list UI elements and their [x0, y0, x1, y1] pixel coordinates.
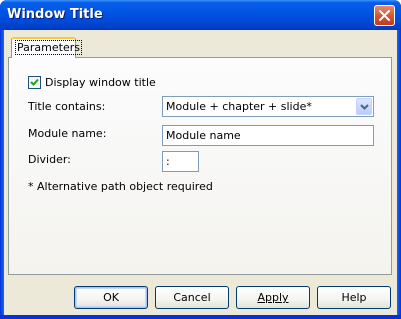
title-contains-select[interactable]: Module + chapter + slide*	[162, 96, 374, 117]
dropdown-button[interactable]	[356, 98, 372, 115]
apply-button-label: Apply	[257, 291, 289, 304]
ok-button[interactable]: OK	[74, 286, 148, 309]
window-title: Window Title	[7, 7, 103, 22]
chevron-down-icon	[360, 104, 369, 110]
window-frame-bottom	[0, 315, 401, 319]
footnote-text: * Alternative path object required	[28, 180, 213, 193]
module-name-label: Module name:	[28, 127, 107, 140]
close-button[interactable]	[374, 5, 395, 26]
cancel-button[interactable]: Cancel	[155, 286, 229, 309]
title-bar[interactable]: Window Title	[0, 0, 401, 30]
module-name-value: Module name	[166, 129, 241, 142]
divider-input[interactable]: :	[162, 151, 199, 172]
window-frame-right	[397, 30, 401, 319]
module-name-input[interactable]: Module name	[162, 125, 374, 146]
help-button[interactable]: Help	[317, 286, 391, 309]
dialog-body: Parameters Display window title Title co…	[4, 30, 397, 315]
apply-button[interactable]: Apply	[236, 286, 310, 309]
tab-parameters[interactable]: Parameters	[11, 37, 82, 58]
title-contains-value: Module + chapter + slide*	[166, 100, 312, 113]
title-contains-label: Title contains:	[28, 100, 106, 113]
tab-parameters-label: Parameters	[15, 40, 82, 55]
dialog-window: Window Title Parameters Display window t…	[0, 0, 401, 319]
checkmark-icon	[30, 78, 39, 86]
display-title-label[interactable]: Display window title	[45, 76, 156, 89]
divider-value: :	[166, 155, 170, 168]
divider-label: Divider:	[28, 153, 71, 166]
tab-panel-parameters	[8, 57, 392, 275]
close-icon	[379, 10, 390, 21]
display-title-checkbox[interactable]	[28, 76, 41, 89]
